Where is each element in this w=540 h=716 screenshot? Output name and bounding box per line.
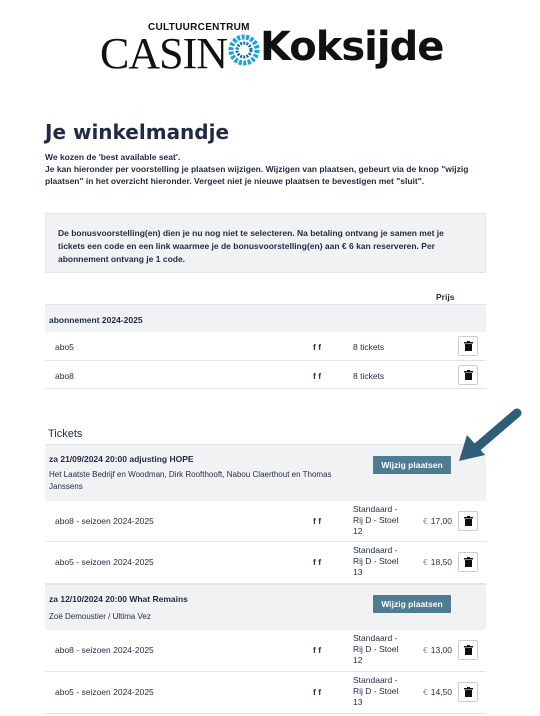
currency-symbol: €	[423, 516, 428, 526]
row-ticket-count: 8 tickets	[353, 342, 385, 352]
logo-koksijde-text: Koksijde	[260, 24, 444, 70]
trash-icon	[463, 687, 473, 697]
row-seat: Standaard - Rij D - Stoel 13	[353, 545, 398, 578]
seat-number: 13	[353, 697, 363, 707]
seat-category: Standaard -	[353, 545, 398, 555]
seat-category: Standaard -	[353, 675, 398, 685]
intro-line-2: Je kan hieronder per voorstelling je pla…	[45, 164, 469, 186]
site-logo[interactable]: CULTUURCENTRUM CASIN Koksijde	[100, 20, 444, 80]
row-ff: f f	[313, 557, 322, 567]
tickets-section-title: Tickets	[48, 428, 83, 440]
row-name: abo5 - seizoen 2024-2025	[55, 687, 154, 697]
row-seat: Standaard - Rij D - Stoel 12	[353, 504, 398, 537]
seat-row: Rij D - Stoel	[353, 686, 399, 696]
abonnement-title: abonnement 2024-2025	[49, 315, 143, 325]
change-seats-button[interactable]: Wijzig plaatsen	[373, 595, 451, 613]
seat-category: Standaard -	[353, 633, 398, 643]
currency-symbol: €	[423, 557, 428, 567]
row-name: abo5	[55, 342, 74, 352]
event-title: za 12/10/2024 20:00 What Remains	[49, 594, 188, 604]
row-ff: f f	[313, 516, 322, 526]
logo-casino-text: CASIN	[100, 29, 228, 78]
logo-o-icon	[228, 34, 260, 66]
trash-icon	[463, 516, 473, 526]
price-value: 18,50	[430, 557, 453, 567]
event-header: za 21/09/2024 20:00 adjusting HOPE Het L…	[45, 444, 486, 501]
row-price: €17,00	[423, 516, 452, 526]
seat-number: 12	[353, 655, 363, 665]
delete-button[interactable]	[458, 365, 478, 385]
row-ff: f f	[313, 342, 322, 352]
row-ff: f f	[313, 687, 322, 697]
trash-icon	[463, 645, 473, 655]
row-ff: f f	[313, 645, 322, 655]
row-seat: Standaard - Rij D - Stoel 13	[353, 675, 398, 708]
change-seats-button[interactable]: Wijzig plaatsen	[373, 456, 451, 474]
table-row: abo5 f f 8 tickets	[45, 332, 486, 361]
seat-row: Rij D - Stoel	[353, 644, 399, 654]
delete-button[interactable]	[458, 336, 478, 356]
bonus-info-box: De bonusvoorstelling(en) dien je nu nog …	[45, 213, 486, 273]
price-value: 17,00	[430, 516, 453, 526]
seat-number: 13	[353, 567, 363, 577]
delete-button[interactable]	[458, 511, 478, 531]
price-column-header: Prijs	[436, 292, 455, 302]
row-price: €18,50	[423, 557, 452, 567]
event-header: za 12/10/2024 20:00 What Remains Zoë Dem…	[45, 584, 486, 630]
table-row: abo5 - seizoen 2024-2025 f f Standaard -…	[45, 672, 486, 714]
row-seat: Standaard - Rij D - Stoel 12	[353, 633, 398, 666]
row-price: €14,50	[423, 687, 452, 697]
table-row: abo8 - seizoen 2024-2025 f f Standaard -…	[45, 630, 486, 672]
table-row: abo8 - seizoen 2024-2025 f f Standaard -…	[45, 501, 486, 542]
seat-row: Rij D - Stoel	[353, 515, 399, 525]
row-price: €13,00	[423, 645, 452, 655]
table-row: abo8 f f 8 tickets	[45, 361, 486, 389]
currency-symbol: €	[423, 687, 428, 697]
arrow-icon	[459, 408, 522, 461]
table-row: abo5 - seizoen 2024-2025 f f Standaard -…	[45, 542, 486, 584]
intro-line-1: We kozen de 'best available seat'.	[45, 152, 181, 162]
delete-button[interactable]	[458, 640, 478, 660]
abonnement-group-header: abonnement 2024-2025	[45, 304, 486, 332]
page-title: Je winkelmandje	[45, 120, 230, 144]
delete-button[interactable]	[458, 552, 478, 572]
seat-number: 12	[353, 526, 363, 536]
row-ff: f f	[313, 371, 322, 381]
intro-text: We kozen de 'best available seat'. Je ka…	[45, 151, 485, 187]
delete-button[interactable]	[458, 682, 478, 702]
seat-category: Standaard -	[353, 504, 398, 514]
trash-icon	[463, 557, 473, 567]
price-value: 14,50	[430, 687, 453, 697]
row-name: abo5 - seizoen 2024-2025	[55, 557, 154, 567]
price-value: 13,00	[430, 645, 453, 655]
row-ticket-count: 8 tickets	[353, 371, 385, 381]
row-name: abo8 - seizoen 2024-2025	[55, 516, 154, 526]
trash-icon	[463, 370, 473, 380]
event-artists: Het Laatste Bedrijf en Woodman, Dirk Roo…	[49, 470, 332, 491]
event-title: za 21/09/2024 20:00 adjusting HOPE	[49, 454, 194, 464]
row-name: abo8	[55, 371, 74, 381]
row-name: abo8 - seizoen 2024-2025	[55, 645, 154, 655]
trash-icon	[463, 341, 473, 351]
seat-row: Rij D - Stoel	[353, 556, 399, 566]
currency-symbol: €	[423, 645, 428, 655]
event-artists: Zoë Demoustier / Ultima Vez	[49, 612, 151, 621]
